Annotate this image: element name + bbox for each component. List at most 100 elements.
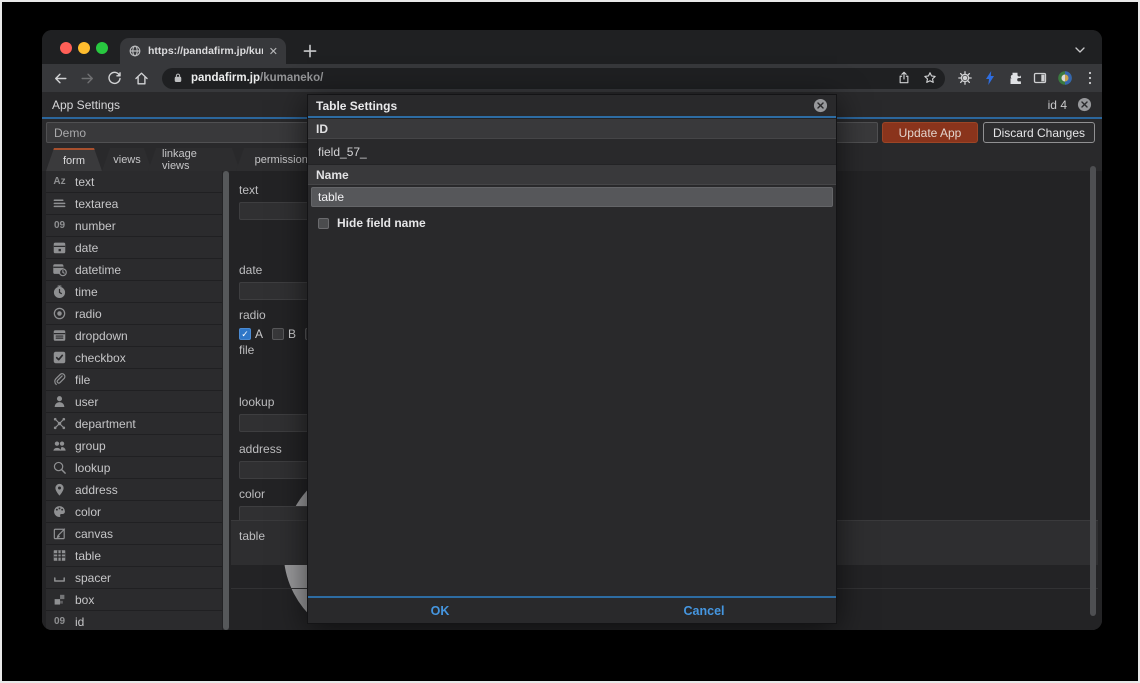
- checked-box-icon[interactable]: ✓: [239, 328, 251, 340]
- bookmark-star-icon[interactable]: [923, 71, 937, 85]
- spacer-icon: [52, 570, 67, 585]
- browser-tab-title: https://pandafirm.jp/kumaneko: [148, 45, 263, 57]
- palette-item-file[interactable]: file: [46, 369, 222, 391]
- palette-item-textarea[interactable]: textarea: [46, 193, 222, 215]
- address-bar[interactable]: pandafirm.jp/kumaneko/: [162, 67, 945, 89]
- home-button[interactable]: [133, 70, 150, 87]
- settings-tab-linkage-views[interactable]: linkage views: [148, 148, 240, 171]
- palette-icon: [52, 504, 67, 519]
- hide-field-name-label: Hide field name: [337, 216, 426, 230]
- palette-item-table[interactable]: table: [46, 545, 222, 567]
- browser-menu-icon[interactable]: [1082, 70, 1098, 86]
- settings-tab-form[interactable]: form: [46, 148, 102, 171]
- extensions-puzzle-icon[interactable]: [1007, 70, 1023, 86]
- bolt-extension-icon[interactable]: [982, 70, 998, 86]
- field-palette: Az text textarea 09 number date datetime…: [46, 171, 222, 630]
- palette-scrollbar[interactable]: [223, 171, 229, 630]
- option-label: B: [288, 327, 297, 341]
- palette-item-dropdown[interactable]: dropdown: [46, 325, 222, 347]
- palette-item-address[interactable]: address: [46, 479, 222, 501]
- checkbox-icon: [52, 350, 67, 365]
- id-field-label: ID: [308, 118, 836, 139]
- back-button[interactable]: [52, 70, 69, 87]
- window-zoom-button[interactable]: [96, 42, 108, 54]
- table-settings-modal: Table Settings ID field_57_ Name table H…: [307, 94, 837, 624]
- hide-field-name-checkbox[interactable]: [318, 217, 329, 229]
- palette-item-text[interactable]: Az text: [46, 171, 222, 193]
- group-icon: [52, 438, 67, 453]
- palette-item-date[interactable]: date: [46, 237, 222, 259]
- app-id-badge: id 4: [1047, 97, 1067, 112]
- radio-icon: [52, 306, 67, 321]
- palette-item-box[interactable]: box: [46, 589, 222, 611]
- forward-button[interactable]: [79, 70, 96, 87]
- palette-item-canvas[interactable]: canvas: [46, 523, 222, 545]
- cancel-button[interactable]: Cancel: [572, 598, 836, 623]
- palette-item-id[interactable]: 09 id: [46, 611, 222, 630]
- palette-item-time[interactable]: time: [46, 281, 222, 303]
- palette-item-group[interactable]: group: [46, 435, 222, 457]
- settings-tab-views[interactable]: views: [102, 148, 152, 171]
- text-glyph-icon: Az: [53, 176, 66, 187]
- tab-search-chevron-icon[interactable]: [1072, 42, 1088, 58]
- palette-item-number[interactable]: 09 number: [46, 215, 222, 237]
- profile-avatar[interactable]: [1057, 70, 1073, 86]
- name-input[interactable]: table: [311, 187, 833, 207]
- modal-title: Table Settings: [316, 98, 398, 113]
- share-icon[interactable]: [897, 71, 911, 85]
- canvas-scrollbar[interactable]: [1090, 166, 1096, 616]
- browser-toolbar: pandafirm.jp/kumaneko/: [42, 64, 1102, 92]
- radio-option-A[interactable]: ✓ A: [239, 327, 263, 341]
- new-tab-button[interactable]: [300, 41, 320, 61]
- favicon-globe-icon: [128, 44, 142, 58]
- update-app-button[interactable]: Update App: [882, 122, 978, 143]
- textarea-icon: [52, 196, 67, 211]
- browser-tab[interactable]: https://pandafirm.jp/kumaneko ✕: [120, 38, 286, 64]
- name-field-label: Name: [308, 164, 836, 185]
- modal-footer: OK Cancel: [308, 596, 836, 623]
- option-label: A: [255, 327, 264, 341]
- id-field-value: field_57_: [318, 144, 367, 159]
- text-glyph-icon: 09: [53, 220, 66, 231]
- search-icon: [52, 460, 67, 475]
- radio-option-B[interactable]: B: [272, 327, 296, 341]
- time-icon: [52, 284, 67, 299]
- url-path: /kumaneko/: [260, 72, 324, 84]
- page-title: App Settings: [52, 97, 121, 112]
- dropdown-icon: [52, 328, 67, 343]
- datetime-icon: [52, 262, 67, 277]
- modal-close-icon[interactable]: [813, 98, 828, 113]
- unchecked-box-icon[interactable]: [272, 328, 285, 340]
- gear-extension-icon[interactable]: [957, 70, 973, 86]
- url-domain: pandafirm.jp: [191, 72, 261, 84]
- window-minimize-button[interactable]: [78, 42, 90, 54]
- browser-window: https://pandafirm.jp/kumaneko ✕ pandafir…: [42, 30, 1102, 630]
- url-text: pandafirm.jp/kumaneko/: [191, 72, 323, 84]
- tab-close-icon[interactable]: ✕: [269, 45, 278, 58]
- pin-icon: [52, 482, 67, 497]
- palette-item-checkbox[interactable]: checkbox: [46, 347, 222, 369]
- canvas-icon: [52, 526, 67, 541]
- table-icon: [52, 548, 67, 563]
- palette-item-lookup[interactable]: lookup: [46, 457, 222, 479]
- palette-item-datetime[interactable]: datetime: [46, 259, 222, 281]
- discard-changes-button[interactable]: Discard Changes: [983, 122, 1095, 143]
- hide-field-name-row: Hide field name: [318, 216, 836, 230]
- lock-icon[interactable]: [172, 72, 184, 84]
- modal-header: Table Settings: [308, 95, 836, 118]
- box-icon: [52, 592, 67, 607]
- palette-item-radio[interactable]: radio: [46, 303, 222, 325]
- browser-tabstrip: https://pandafirm.jp/kumaneko ✕: [42, 30, 1102, 64]
- window-close-button[interactable]: [60, 42, 72, 54]
- reload-button[interactable]: [106, 70, 123, 87]
- page-close-icon[interactable]: [1077, 97, 1092, 112]
- ok-button[interactable]: OK: [308, 598, 572, 623]
- side-panel-icon[interactable]: [1032, 70, 1048, 86]
- text-glyph-icon: 09: [53, 616, 66, 627]
- palette-item-user[interactable]: user: [46, 391, 222, 413]
- palette-item-color[interactable]: color: [46, 501, 222, 523]
- palette-item-spacer[interactable]: spacer: [46, 567, 222, 589]
- paperclip-icon: [52, 372, 67, 387]
- calendar-icon: [52, 240, 67, 255]
- palette-item-department[interactable]: department: [46, 413, 222, 435]
